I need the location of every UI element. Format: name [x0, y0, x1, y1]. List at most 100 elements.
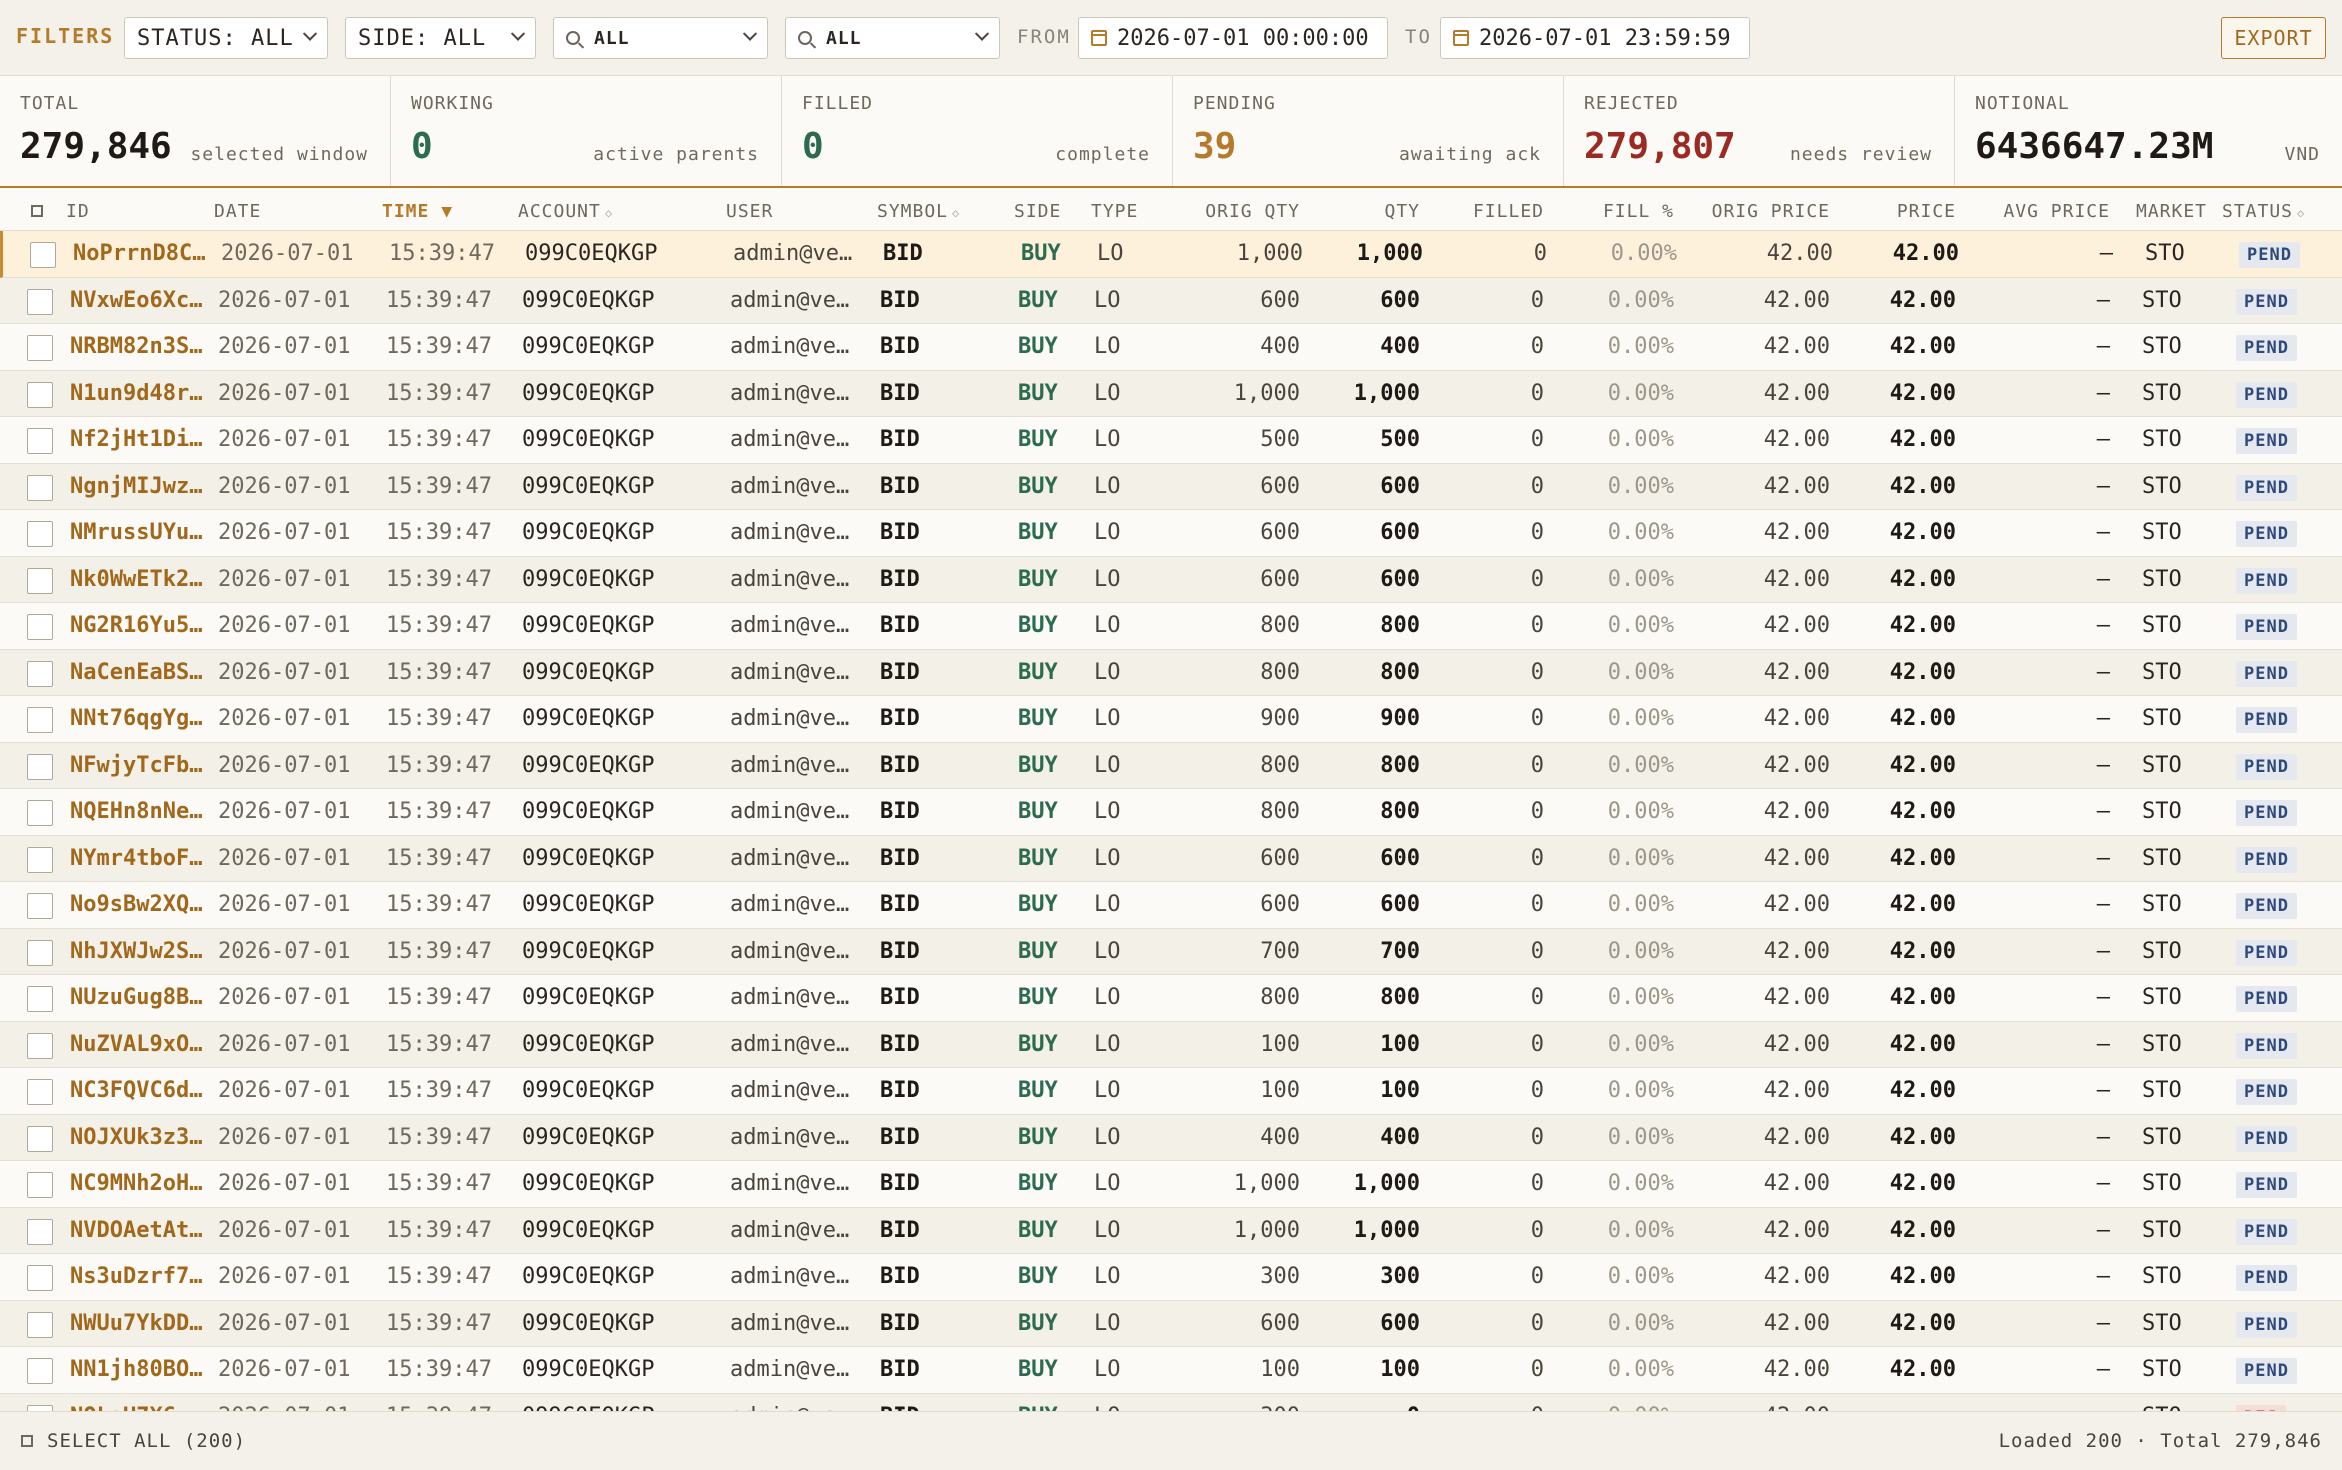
select-all-label[interactable]: SELECT ALL (200)	[47, 1430, 246, 1452]
order-id[interactable]: NQEHn8nNe…	[70, 799, 205, 824]
col-side[interactable]: SIDE	[1014, 201, 1061, 222]
row-checkbox[interactable]	[27, 893, 53, 919]
order-id[interactable]: NC9MNh2oH…	[70, 1171, 205, 1196]
order-id[interactable]: NOJXUk3z3…	[70, 1125, 205, 1150]
row-checkbox[interactable]	[27, 753, 53, 780]
row-checkbox[interactable]	[27, 986, 53, 1012]
col-fill-pct[interactable]: FILL %	[1560, 201, 1674, 222]
order-id[interactable]: NVxwEo6Xc…	[70, 288, 205, 313]
table-row[interactable]: NFwjyTcFb… 2026-07-01 15:39:47 099C0EQKGP ad…	[0, 742, 2342, 789]
row-checkbox[interactable]	[27, 381, 53, 408]
order-id[interactable]: NN1jh80BO…	[70, 1357, 205, 1382]
row-checkbox[interactable]	[27, 660, 53, 687]
table-row[interactable]: NN1jh80BO… 2026-07-01 15:39:47 099C0EQKGP ad…	[0, 1347, 2342, 1394]
table-row[interactable]: NhJXWJw2S… 2026-07-01 15:39:47 099C0EQKGP ad…	[0, 928, 2342, 975]
order-id[interactable]: NC3FQVC6d…	[70, 1078, 205, 1103]
table-row[interactable]: NWUu7YkDD… 2026-07-01 15:39:47 099C0EQKGP ad…	[0, 1300, 2342, 1347]
row-checkbox[interactable]	[27, 335, 53, 361]
export-button[interactable]: EXPORT	[2221, 17, 2326, 59]
order-id[interactable]: NYmr4tboF…	[70, 846, 205, 871]
col-orig-qty[interactable]: ORIG QTY	[1160, 201, 1300, 222]
col-account[interactable]: ACCOUNT ◇	[518, 201, 613, 222]
table-row[interactable]: Nk0WwETk2… 2026-07-01 15:39:47 099C0EQKGP ad…	[0, 556, 2342, 603]
row-checkbox[interactable]	[27, 1032, 53, 1059]
order-id[interactable]: NoPrrnD8C…	[73, 241, 208, 266]
row-checkbox[interactable]	[27, 1218, 53, 1245]
order-id[interactable]: No9sBw2XQ…	[70, 892, 205, 917]
row-checkbox[interactable]	[30, 242, 56, 268]
table-row[interactable]: NoPrrnD8C… 2026-07-01 15:39:47 099C0EQKGP ad…	[0, 231, 2342, 278]
table-row[interactable]: NVxwEo6Xc… 2026-07-01 15:39:47 099C0EQKGP ad…	[0, 277, 2342, 324]
table-row[interactable]: NaCenEaBS… 2026-07-01 15:39:47 099C0EQKGP ad…	[0, 649, 2342, 696]
header-select-checkbox[interactable]	[31, 205, 43, 217]
order-id[interactable]: Ns3uDzrf7…	[70, 1264, 205, 1289]
table-row[interactable]: N1un9d48r… 2026-07-01 15:39:47 099C0EQKGP ad…	[0, 370, 2342, 417]
row-checkbox[interactable]	[27, 521, 53, 547]
to-date-input[interactable]: 2026-07-01 23:59:59	[1440, 17, 1750, 59]
col-filled[interactable]: FILLED	[1420, 201, 1544, 222]
row-checkbox[interactable]	[27, 1079, 53, 1105]
col-avg-price[interactable]: AVG PRICE	[1990, 201, 2110, 222]
col-orig-price[interactable]: ORIG PRICE	[1690, 201, 1830, 222]
col-status[interactable]: STATUS ◇	[2222, 201, 2305, 222]
symbol-search-select[interactable]: ALL	[785, 17, 1000, 59]
order-id[interactable]: NaCenEaBS…	[70, 660, 205, 685]
select-all-checkbox[interactable]	[21, 1435, 33, 1447]
row-checkbox[interactable]	[27, 428, 53, 454]
col-type[interactable]: TYPE	[1091, 201, 1138, 222]
order-id[interactable]: Nf2jHt1Di…	[70, 427, 205, 452]
table-row[interactable]: NC9MNh2oH… 2026-07-01 15:39:47 099C0EQKGP ad…	[0, 1161, 2342, 1208]
table-row[interactable]: NNt76qgYg… 2026-07-01 15:39:47 099C0EQKGP ad…	[0, 696, 2342, 743]
account-search-select[interactable]: ALL	[553, 17, 768, 59]
table-row[interactable]: No9sBw2XQ… 2026-07-01 15:39:47 099C0EQKGP ad…	[0, 882, 2342, 929]
row-checkbox[interactable]	[27, 1125, 53, 1152]
row-checkbox[interactable]	[27, 567, 53, 594]
row-checkbox[interactable]	[27, 1265, 53, 1291]
row-checkbox[interactable]	[27, 846, 53, 873]
table-row[interactable]: NC3FQVC6d… 2026-07-01 15:39:47 099C0EQKGP ad…	[0, 1068, 2342, 1115]
order-id[interactable]: NRBM82n3S…	[70, 334, 205, 359]
order-id[interactable]: NOLoU7X6…	[70, 1404, 205, 1412]
row-checkbox[interactable]	[27, 707, 53, 733]
order-id[interactable]: NFwjyTcFb…	[70, 753, 205, 778]
order-id[interactable]: Nk0WwETk2…	[70, 567, 205, 592]
col-user[interactable]: USER	[726, 201, 773, 222]
table-row[interactable]: NOJXUk3z3… 2026-07-01 15:39:47 099C0EQKGP ad…	[0, 1114, 2342, 1161]
col-qty[interactable]: QTY	[1300, 201, 1420, 222]
table-row[interactable]: NQEHn8nNe… 2026-07-01 15:39:47 099C0EQKGP ad…	[0, 789, 2342, 836]
table-row[interactable]: NYmr4tboF… 2026-07-01 15:39:47 099C0EQKGP ad…	[0, 835, 2342, 882]
row-checkbox[interactable]	[27, 614, 53, 640]
col-market[interactable]: MARKET	[2136, 201, 2207, 222]
row-checkbox[interactable]	[27, 1311, 53, 1338]
row-checkbox[interactable]	[27, 939, 53, 966]
table-row[interactable]: NG2R16Yu5… 2026-07-01 15:39:47 099C0EQKGP ad…	[0, 603, 2342, 650]
order-id[interactable]: NhJXWJw2S…	[70, 939, 205, 964]
status-filter-select[interactable]: STATUS: ALL	[124, 17, 328, 59]
order-id[interactable]: NG2R16Yu5…	[70, 613, 205, 638]
table-row[interactable]: NMrussUYu… 2026-07-01 15:39:47 099C0EQKGP ad…	[0, 510, 2342, 557]
order-id[interactable]: NMrussUYu…	[70, 520, 205, 545]
table-row[interactable]: NgnjMIJwz… 2026-07-01 15:39:47 099C0EQKGP ad…	[0, 463, 2342, 510]
row-checkbox[interactable]	[27, 1358, 53, 1384]
side-filter-select[interactable]: SIDE: ALL	[345, 17, 536, 59]
row-checkbox[interactable]	[27, 288, 53, 315]
row-checkbox[interactable]	[27, 800, 53, 826]
col-symbol[interactable]: SYMBOL ◇	[877, 201, 960, 222]
col-time[interactable]: TIME ▼	[382, 201, 453, 222]
table-row[interactable]: NUzuGug8B… 2026-07-01 15:39:47 099C0EQKGP ad…	[0, 975, 2342, 1022]
order-id[interactable]: NuZVAL9xO…	[70, 1032, 205, 1057]
order-id[interactable]: N1un9d48r…	[70, 381, 205, 406]
table-row[interactable]: Ns3uDzrf7… 2026-07-01 15:39:47 099C0EQKGP ad…	[0, 1254, 2342, 1301]
row-checkbox[interactable]	[27, 1172, 53, 1198]
col-price[interactable]: PRICE	[1840, 201, 1956, 222]
col-date[interactable]: DATE	[214, 201, 261, 222]
order-id[interactable]: NgnjMIJwz…	[70, 474, 205, 499]
order-id[interactable]: NWUu7YkDD…	[70, 1311, 205, 1336]
table-row[interactable]: NVDOAetAt… 2026-07-01 15:39:47 099C0EQKGP ad…	[0, 1207, 2342, 1254]
row-checkbox[interactable]	[27, 474, 53, 501]
col-id[interactable]: ID	[66, 201, 90, 222]
table-row[interactable]: NOLoU7X6… 2026-07-01 15:39:47 099C0EQKGP adm…	[0, 1393, 2342, 1412]
table-row[interactable]: NRBM82n3S… 2026-07-01 15:39:47 099C0EQKGP ad…	[0, 324, 2342, 371]
table-row[interactable]: NuZVAL9xO… 2026-07-01 15:39:47 099C0EQKGP ad…	[0, 1021, 2342, 1068]
from-date-input[interactable]: 2026-07-01 00:00:00	[1078, 17, 1388, 59]
